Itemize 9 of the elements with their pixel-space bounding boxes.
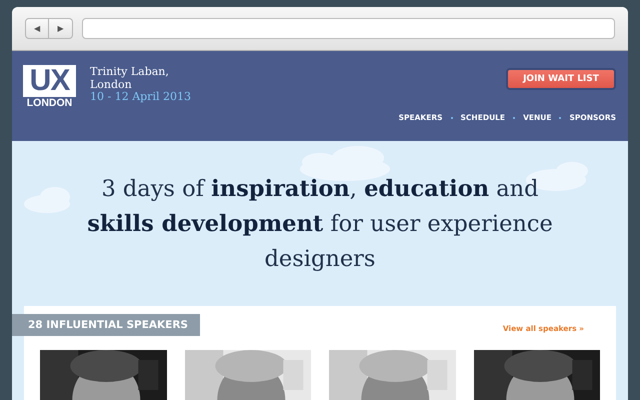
dates-text: 10 - 12 April 2013: [90, 91, 191, 104]
venue-text: Trinity Laban,: [90, 66, 170, 78]
headline: 3 days of inspiration, education and skills development for user experience designers: [86, 175, 554, 274]
forward-button[interactable]: ▶: [49, 18, 73, 39]
section-ribbon: 28 INFLUENTIAL SPEAKERS: [12, 314, 200, 336]
address-field[interactable]: [82, 18, 615, 39]
city-text: London: [90, 78, 133, 91]
logo[interactable]: UX LONDON: [23, 65, 76, 141]
back-button[interactable]: ◀: [25, 18, 49, 39]
